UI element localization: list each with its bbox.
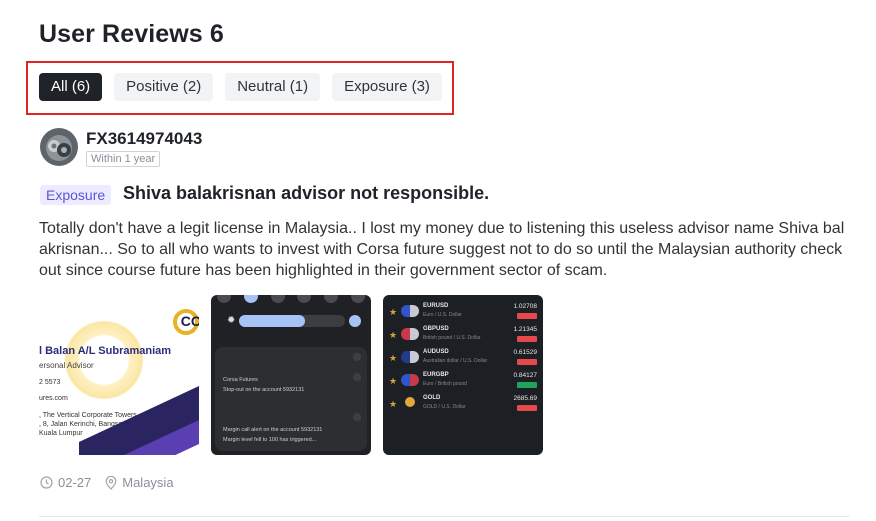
flag-icon [401,374,419,386]
flag-icon [401,351,419,363]
location-pin-icon [105,475,117,490]
pair-symbol: EURGBP [423,372,449,378]
review-type-tag: Exposure [40,185,112,205]
card-line: , The Vertical Corporate Towers, [39,412,139,419]
brightness-icon: ✹ [227,315,236,326]
star-icon: ★ [389,330,398,340]
change-badge [517,336,537,342]
user-avatar[interactable] [40,128,78,166]
notification-line: Stop-out on the account 5932131 [223,387,305,393]
pair-symbol: GOLD [423,395,441,401]
star-icon: ★ [389,353,398,363]
flag-icon [401,328,419,340]
pair-price: 0.61529 [513,349,538,356]
quote-row: ★ GBPUSD British pound / U.S. Dollar 1.2… [383,326,543,348]
pair-description: Euro / British pound [423,381,467,387]
star-icon: ★ [389,399,398,409]
pair-price: 1.02708 [513,303,538,310]
profile-icon [349,315,361,327]
username[interactable]: FX3614974043 [86,129,202,149]
pair-price: 1.21345 [513,326,538,333]
pair-description: GOLD / U.S. Dollar [423,404,466,410]
pair-symbol: AUDUSD [423,349,449,355]
quote-row: ★ AUDUSD Australian dollar / U.S. Dollar… [383,349,543,371]
filter-tab-all[interactable]: All (6) [39,73,103,101]
review-date-text: 02-27 [58,475,92,490]
pair-description: Euro / U.S. Dollar [423,312,462,318]
quick-settings-icons [211,295,371,305]
card-decoration [59,315,149,405]
review-image-business-card[interactable]: CC l Balan A/L Subramaniam ersonal Advis… [39,295,199,455]
change-badge [517,382,537,388]
flag-icon [401,305,419,317]
card-role: ersonal Advisor [39,361,94,370]
filter-tab-neutral[interactable]: Neutral (1) [225,73,321,101]
clock-icon [40,476,53,489]
card-line: Kuala Lumpur [39,430,83,437]
review-meta: 02-27 Malaysia [40,475,188,490]
change-badge [517,313,537,319]
pair-price: 0.84127 [513,372,538,379]
pair-description: Australian dollar / U.S. Dollar [423,358,488,364]
quote-row: ★ EURGBP Euro / British pound 0.84127 [383,372,543,394]
pair-price: 2685.69 [513,395,538,402]
notification-panel: Corsa Futures Stop-out on the account 59… [215,347,367,451]
quote-row: ★ EURUSD Euro / U.S. Dollar 1.02708 [383,303,543,325]
review-filter-tabs: All (6) Positive (2) Neutral (1) Exposur… [39,73,442,101]
notification-line: Margin level fell to 100 has triggered..… [223,437,317,443]
review-location-text: Malaysia [122,475,174,490]
pair-symbol: EURUSD [423,303,449,309]
page-title: User Reviews 6 [39,20,224,48]
change-badge [517,359,537,365]
card-name: l Balan A/L Subramaniam [39,345,172,357]
gold-icon [405,397,415,407]
brightness-slider [239,315,345,327]
card-line: 2 5573 [39,379,61,386]
star-icon: ★ [389,376,398,386]
review-image-phone-notification[interactable]: ✹ Corsa Futures Stop-out on the account … [211,295,371,455]
review-body: Totally don't have a legit license in Ma… [39,220,845,279]
pair-symbol: GBPUSD [423,326,449,332]
chevron-up-icon [353,353,361,361]
star-icon: ★ [389,307,398,317]
review-divider [39,516,850,517]
quote-row: ★ GOLD GOLD / U.S. Dollar 2685.69 [383,395,543,417]
chevron-down-icon [353,373,361,381]
filter-tab-exposure[interactable]: Exposure (3) [332,73,442,101]
review-title: Shiva balakrisnan advisor not responsibl… [123,183,490,203]
review-images: CC l Balan A/L Subramaniam ersonal Advis… [39,295,543,455]
review-date: 02-27 [40,475,91,490]
review-location: Malaysia [105,475,174,490]
filter-tab-positive[interactable]: Positive (2) [114,73,214,101]
company-logo-text: CC [180,313,199,329]
chevron-down-icon [353,413,361,421]
time-badge: Within 1 year [86,151,161,167]
notification-line: Corsa Futures [223,377,258,383]
change-badge [517,405,537,411]
pair-description: British pound / U.S. Dollar [423,335,481,341]
notification-line: Margin call alert on the account 5932131 [223,427,323,433]
review-image-forex-quotes[interactable]: ★ EURUSD Euro / U.S. Dollar 1.02708 ★ GB… [383,295,543,455]
card-line: ures.com [39,395,68,402]
